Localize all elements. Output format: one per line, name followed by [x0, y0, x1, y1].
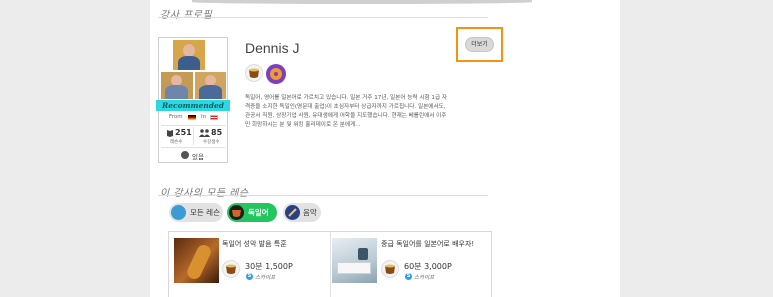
from-label: From [169, 114, 183, 120]
skype-icon: S [405, 273, 412, 280]
more-button-highlight: 더보기 [456, 27, 503, 62]
lesson-title: 독일어 성악 발음 특훈 [222, 240, 287, 248]
germany-flag-icon [188, 115, 196, 120]
top-shadow [192, 0, 532, 4]
music-icon [285, 205, 300, 220]
lesson-title: 중급 독일어를 일본어로 배우자! [381, 240, 475, 248]
students-icon [199, 129, 210, 137]
skype-icon: S [246, 273, 253, 280]
lessons-section-title: 이 강사의 모든 레슨 [160, 188, 249, 199]
teacher-name: Dennis J [245, 40, 300, 56]
bio-line: 독일어, 영어를 일본어로 가르치고 있습니다. 일본 거주 17년, 일본어 … [245, 95, 448, 101]
availability-icon [181, 151, 189, 159]
tab-label: 모든 레슨 [190, 208, 220, 217]
all-lessons-icon [171, 205, 186, 220]
lesson-divider [330, 232, 331, 297]
teacher-photo-3 [195, 72, 226, 99]
section-divider [158, 17, 488, 18]
music-icon [266, 64, 286, 84]
lesson-thumbnail [332, 238, 377, 283]
stat-divider [193, 127, 194, 145]
teacher-photo-main [173, 40, 205, 70]
students-label: 수강생수 [203, 140, 220, 145]
lesson-thumbnail [174, 238, 219, 283]
german-language-icon [229, 205, 244, 220]
card-divider [161, 125, 225, 126]
teacher-photo-2 [161, 72, 193, 99]
lessons-label: 레슨수 [170, 140, 183, 145]
bio-line: 민 희망하시는 분 및 워킹 홀리데이로 온 분에게... [245, 122, 361, 128]
bio-line: 관공서 직원, 상장기업 사원, 유대생에게 어학을 지도했습니다. 현재는 베… [245, 113, 447, 119]
german-language-icon [245, 64, 263, 82]
card-divider [161, 147, 225, 148]
platform-label: 스카이프 [414, 275, 435, 281]
tab-label: 독일어 [248, 208, 269, 217]
tab-music[interactable]: 음악 [283, 203, 321, 222]
teacher-bio: 독일어, 영어를 일본어로 가르치고 있습니다. 일본 거주 17년, 일본어 … [245, 94, 495, 130]
tab-all-lessons[interactable]: 모든 레슨 [169, 203, 223, 222]
book-icon [167, 130, 173, 137]
platform-label: 스카이프 [255, 275, 276, 281]
more-button[interactable]: 더보기 [465, 37, 494, 52]
recommended-ribbon: Recommended [156, 100, 230, 111]
german-language-icon [381, 260, 399, 278]
lesson-price: 30분 1,500P [245, 262, 293, 271]
tab-label: 음악 [303, 208, 317, 217]
bio-line: 격증을 소지한 독일인(명문대 출업)이 초심자부터 상급자까지 가르칩니다. … [245, 104, 446, 110]
students-count: 85 [211, 128, 223, 137]
austria-flag-icon [210, 115, 218, 120]
lessons-count: 251 [175, 128, 192, 137]
availability-text: 있음 [192, 153, 204, 161]
profile-section-title: 강사 프로필 [160, 10, 213, 21]
section-divider [158, 195, 488, 196]
tab-german[interactable]: 독일어 [227, 203, 277, 222]
in-label: In [201, 114, 207, 120]
lesson-price: 60분 3,000P [404, 262, 452, 271]
german-language-icon [222, 260, 240, 278]
